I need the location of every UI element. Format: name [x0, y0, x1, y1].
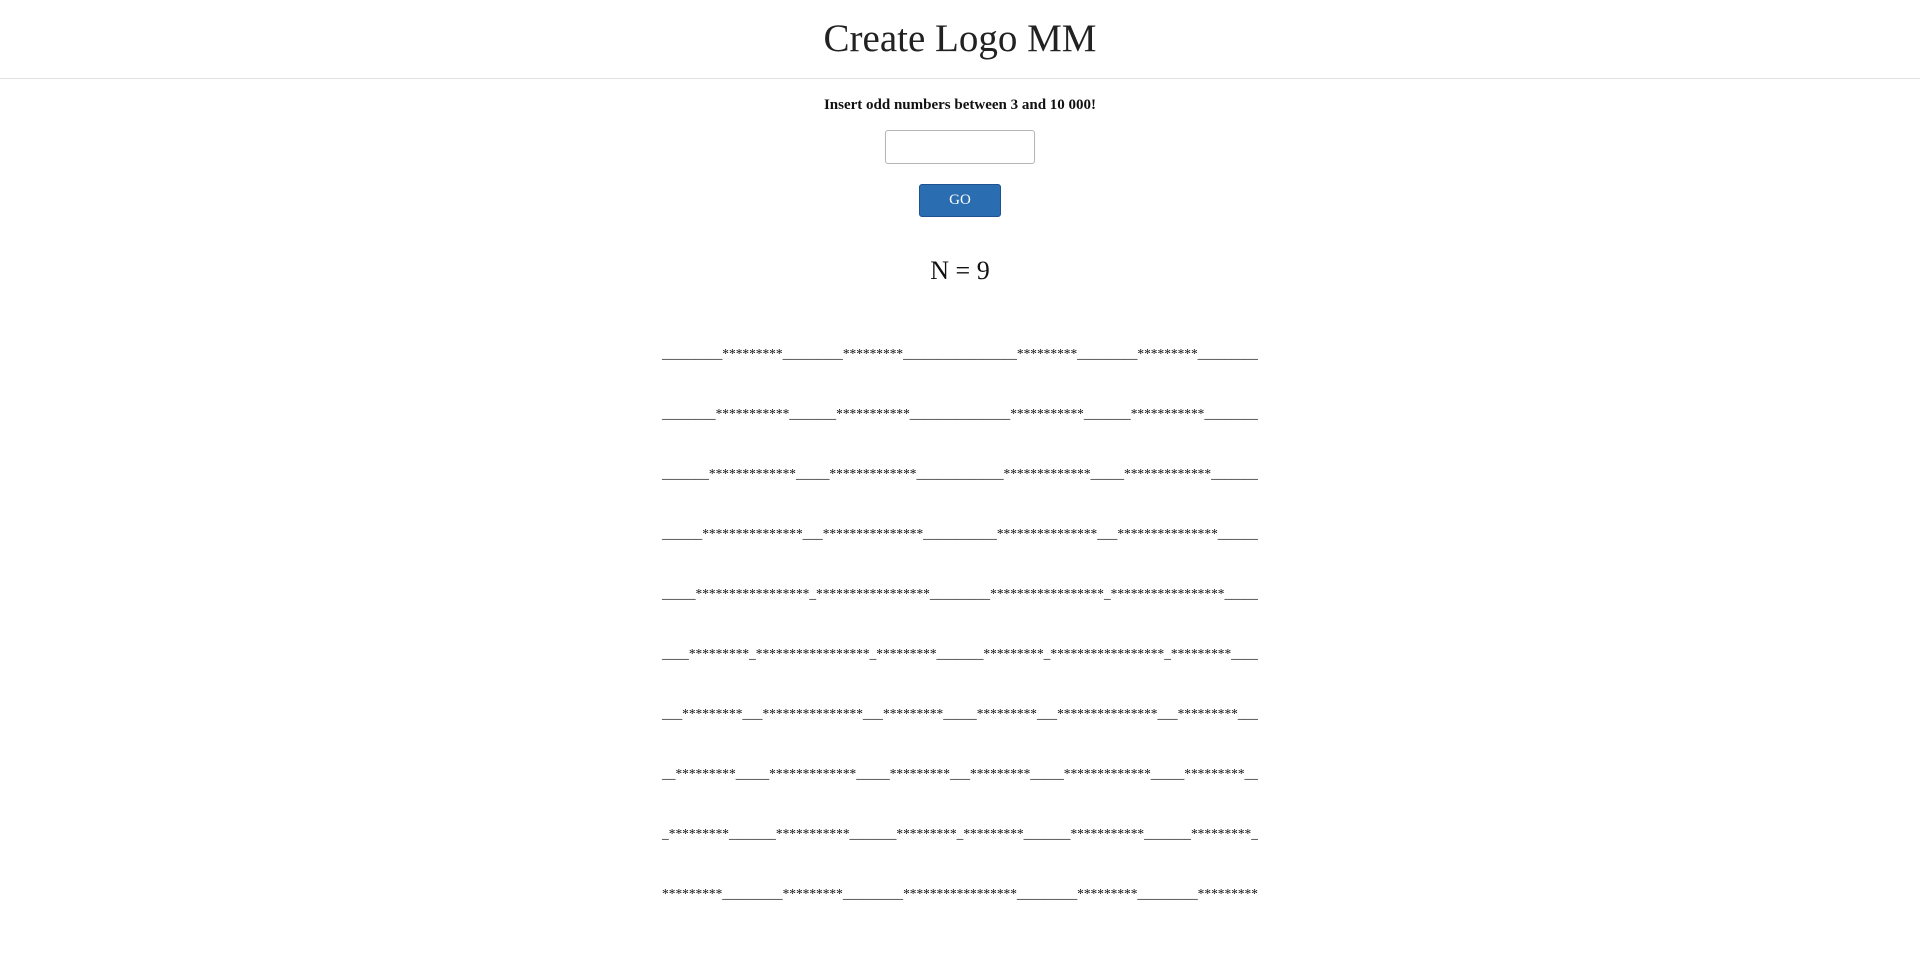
logo-line: *********_________*********_________****…: [662, 886, 1258, 901]
logo-line: ___*********___***************___*******…: [662, 706, 1258, 721]
go-button[interactable]: GO: [919, 184, 1001, 217]
logo-line: __*********_____*************_____******…: [662, 766, 1258, 781]
logo-line: ________***********_______***********___…: [662, 406, 1258, 421]
logo-line: ______***************___***************_…: [662, 526, 1258, 541]
logo-line: _________*********_________*********____…: [662, 346, 1258, 361]
page-header: Create Logo MM: [0, 0, 1920, 79]
logo-line: _*********_______***********_______*****…: [662, 826, 1258, 841]
number-input[interactable]: [885, 130, 1035, 164]
main-content: Insert odd numbers between 3 and 10 000!…: [0, 79, 1920, 944]
logo-line: _______*************_____*************__…: [662, 466, 1258, 481]
logo-line: ____*********_*****************_********…: [662, 646, 1258, 661]
logo-output: _________*********_________*********____…: [662, 304, 1258, 944]
page-title: Create Logo MM: [823, 16, 1097, 60]
instruction-text: Insert odd numbers between 3 and 10 000!: [823, 97, 1097, 113]
logo-line: _____*****************_*****************…: [662, 586, 1258, 601]
n-value-display: N = 9: [930, 256, 990, 285]
